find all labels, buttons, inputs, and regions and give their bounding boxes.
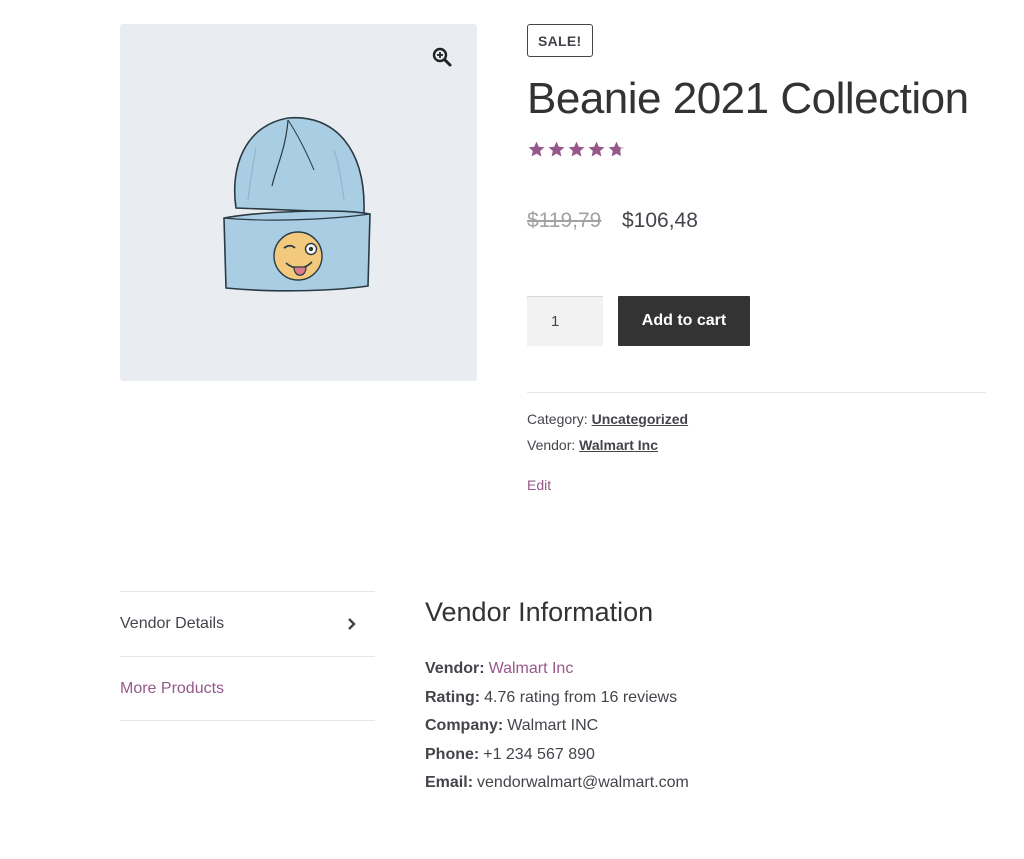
add-to-cart-button[interactable]: Add to cart bbox=[618, 296, 750, 346]
tab-label: Vendor Details bbox=[120, 615, 225, 632]
vendor-line: Vendor: Walmart Inc bbox=[527, 437, 658, 453]
zoom-icon[interactable] bbox=[429, 44, 455, 70]
company-row: Company: Walmart INC bbox=[425, 712, 689, 741]
star-icon bbox=[608, 141, 625, 157]
info-value: Walmart INC bbox=[507, 717, 599, 735]
tab-label: More Products bbox=[120, 679, 225, 697]
info-value: vendorwalmart@walmart.com bbox=[477, 774, 689, 792]
vendor-label: Vendor: bbox=[527, 437, 576, 453]
info-label: Phone: bbox=[425, 745, 480, 763]
rating-row: Rating: 4.76 rating from 16 reviews bbox=[425, 684, 689, 713]
product-title: Beanie 2021 Collection bbox=[527, 74, 969, 123]
info-value: 4.76 rating from 16 reviews bbox=[484, 688, 678, 706]
category-link[interactable]: Uncategorized bbox=[592, 411, 688, 427]
info-label: Company: bbox=[425, 717, 504, 735]
phone-row: Phone: +1 234 567 890 bbox=[425, 741, 689, 770]
sale-badge: SALE! bbox=[527, 24, 593, 57]
chevron-right-icon bbox=[348, 618, 356, 630]
tab-more-products[interactable]: More Products bbox=[120, 656, 375, 721]
vendor-row: Vendor: Walmart Inc bbox=[425, 655, 689, 684]
star-rating[interactable] bbox=[527, 140, 626, 159]
beanie-product-image bbox=[223, 116, 371, 292]
vendor-info-heading: Vendor Information bbox=[425, 597, 654, 627]
sale-price: $106,48 bbox=[622, 209, 698, 232]
original-price: $119,79 bbox=[527, 209, 602, 232]
category-label: Category: bbox=[527, 411, 588, 427]
quantity-input[interactable] bbox=[527, 296, 603, 346]
product-image-gallery[interactable] bbox=[120, 24, 477, 381]
star-icon bbox=[568, 141, 585, 157]
edit-link[interactable]: Edit bbox=[527, 477, 551, 493]
star-icon bbox=[548, 141, 565, 157]
product-page: SALE! Beanie 2021 Collection $119,79 $10… bbox=[0, 0, 1024, 859]
info-label: Email: bbox=[425, 774, 474, 792]
product-tabs: Vendor Details More Products bbox=[120, 591, 375, 721]
vendor-info-list: Vendor: Walmart Inc Rating: 4.76 rating … bbox=[425, 655, 689, 798]
email-row: Email: vendorwalmart@walmart.com bbox=[425, 769, 689, 798]
info-value: +1 234 567 890 bbox=[483, 745, 595, 763]
star-icon bbox=[528, 141, 545, 157]
info-label: Vendor: bbox=[425, 660, 485, 678]
category-line: Category: Uncategorized bbox=[527, 411, 688, 427]
vendor-link[interactable]: Walmart Inc bbox=[579, 437, 658, 453]
star-icon bbox=[588, 141, 605, 157]
info-label: Rating: bbox=[425, 688, 481, 706]
vendor-name-link[interactable]: Walmart Inc bbox=[489, 660, 574, 678]
divider bbox=[527, 392, 986, 393]
tab-vendor-details[interactable]: Vendor Details bbox=[120, 591, 375, 656]
